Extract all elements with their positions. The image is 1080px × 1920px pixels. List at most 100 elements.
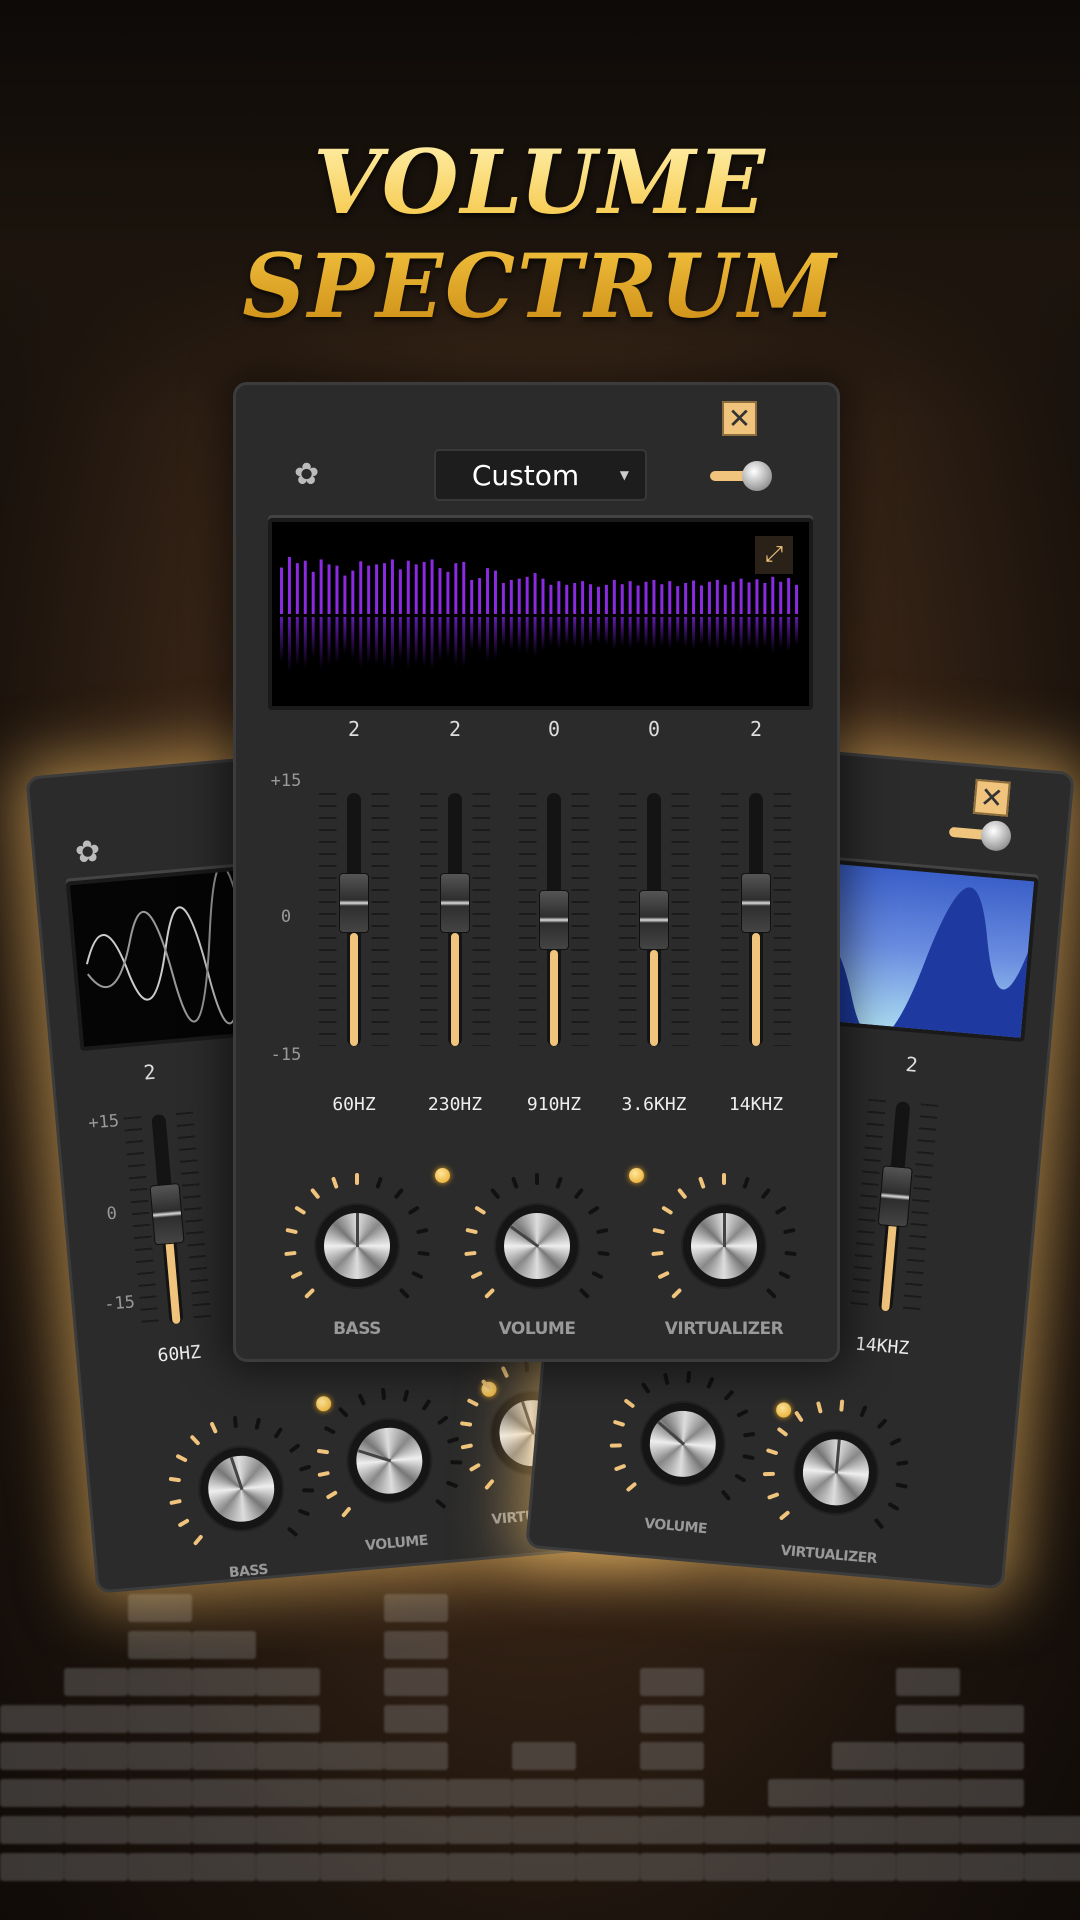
- knob-tick: [286, 1526, 299, 1538]
- virtualizer-knob[interactable]: [755, 1391, 918, 1554]
- spectrum-reflection: [430, 617, 434, 670]
- spectrum-bar: [612, 579, 616, 614]
- close-icon[interactable]: ✕: [722, 401, 757, 436]
- slider-thumb[interactable]: [440, 872, 470, 933]
- knob-tick: [839, 1399, 845, 1412]
- slider-fill: [451, 932, 459, 1046]
- bg-block: [192, 1668, 256, 1696]
- equalizer-panel: ✕ ✿ Custom ▼ ⤢ 2 2 0 0 2 +15 0 -15 60HZ 230HZ…: [233, 382, 840, 1362]
- band-slider[interactable]: [619, 793, 689, 1046]
- knob-tick: [587, 1205, 600, 1216]
- bg-block: [128, 1594, 192, 1622]
- spectrum-bar: [747, 582, 751, 614]
- spectrum-reflection: [755, 617, 759, 651]
- spectrum-reflection: [351, 617, 355, 659]
- virtualizer-knob[interactable]: [649, 1171, 799, 1321]
- bg-block: [832, 1853, 896, 1881]
- knob-tick: [468, 1462, 482, 1473]
- spectrum-bar: [779, 581, 783, 614]
- slider-fill: [550, 949, 558, 1046]
- knob-tick: [623, 1398, 636, 1409]
- slider-thumb[interactable]: [339, 872, 369, 933]
- slider-thumb[interactable]: [741, 872, 771, 933]
- spectrum-bar: [604, 584, 608, 614]
- band-gain-value: 2: [142, 1059, 157, 1085]
- band-slider-14khz[interactable]: [850, 1098, 939, 1315]
- bg-block: [384, 1705, 448, 1733]
- spectrum-reflection: [660, 617, 664, 646]
- spectrum-reflection: [699, 617, 703, 645]
- power-toggle[interactable]: [948, 817, 1013, 853]
- knob-tick: [652, 1227, 665, 1235]
- spectrum-bar: [636, 585, 640, 614]
- knob-tick: [742, 1176, 750, 1190]
- spectrum-reflection: [478, 617, 482, 652]
- close-icon[interactable]: ✕: [972, 778, 1011, 817]
- bg-block: [640, 1779, 704, 1807]
- knob-tick: [393, 1187, 405, 1200]
- spectrum-bar: [319, 559, 323, 614]
- volume-knob[interactable]: [462, 1171, 612, 1321]
- knob-tick: [612, 1419, 626, 1428]
- knob-tick: [876, 1418, 888, 1430]
- bg-block: [640, 1705, 704, 1733]
- knob-tick: [686, 1370, 692, 1384]
- band-freq-label: 60HZ: [156, 1341, 202, 1367]
- bg-block: [896, 1816, 960, 1844]
- band-slider[interactable]: [420, 793, 490, 1046]
- band-slider[interactable]: [319, 793, 389, 1046]
- band-slider[interactable]: [519, 793, 589, 1046]
- slider-thumb[interactable]: [639, 889, 669, 950]
- preset-dropdown[interactable]: Custom ▼: [434, 449, 647, 501]
- knob-tick: [436, 1415, 449, 1426]
- spectrum-bar: [462, 561, 466, 614]
- bg-block: [512, 1816, 576, 1844]
- bg-block: [128, 1853, 192, 1881]
- spectrum-bar: [533, 573, 537, 614]
- bg-block: [320, 1853, 384, 1881]
- knob-label: BASS: [228, 1561, 269, 1582]
- knob-tick: [168, 1476, 182, 1483]
- gear-icon[interactable]: ✿: [74, 834, 102, 871]
- spectrum-bar: [676, 586, 680, 614]
- knob-tick: [640, 1381, 651, 1395]
- band-slider[interactable]: [721, 793, 791, 1046]
- spectrum-reflection: [422, 617, 426, 668]
- bg-block: [192, 1816, 256, 1844]
- spectrum-reflection: [438, 617, 442, 662]
- knob-tick: [323, 1425, 336, 1435]
- knob-tick: [765, 1448, 779, 1456]
- knob-tick: [470, 1270, 483, 1280]
- spectrum-reflection: [319, 617, 323, 670]
- knob-tick: [192, 1534, 204, 1546]
- volume-knob[interactable]: [602, 1363, 765, 1526]
- spectrum-bar: [715, 579, 719, 614]
- bg-block: [640, 1853, 704, 1881]
- expand-icon[interactable]: ⤢: [755, 536, 793, 574]
- spectrum-bar: [707, 581, 711, 614]
- knob-tick: [765, 1287, 778, 1300]
- gear-icon[interactable]: ✿: [294, 457, 319, 492]
- bg-block: [64, 1779, 128, 1807]
- power-toggle[interactable]: [710, 461, 772, 491]
- slider-thumb[interactable]: [539, 889, 569, 950]
- spectrum-bar: [478, 578, 482, 614]
- knob-tick: [460, 1443, 474, 1450]
- bg-block: [192, 1853, 256, 1881]
- bass-knob[interactable]: [282, 1171, 432, 1321]
- spectrum-reflection: [596, 617, 600, 644]
- bg-block: [64, 1853, 128, 1881]
- band-slider-60hz[interactable]: [123, 1111, 212, 1327]
- virtualizer-label: VIRTUALIZER: [664, 1319, 784, 1339]
- bass-knob[interactable]: [160, 1407, 323, 1570]
- knob-tick: [484, 1478, 495, 1491]
- bg-block: [960, 1705, 1024, 1733]
- volume-knob[interactable]: [308, 1379, 471, 1542]
- bg-block: [320, 1779, 384, 1807]
- bg-block: [384, 1631, 448, 1659]
- spectrum-reflection: [335, 617, 339, 664]
- spectrum-bar: [581, 581, 585, 614]
- spectrum-reflection: [779, 617, 783, 649]
- bg-block: [256, 1853, 320, 1881]
- knob-tick: [661, 1205, 674, 1216]
